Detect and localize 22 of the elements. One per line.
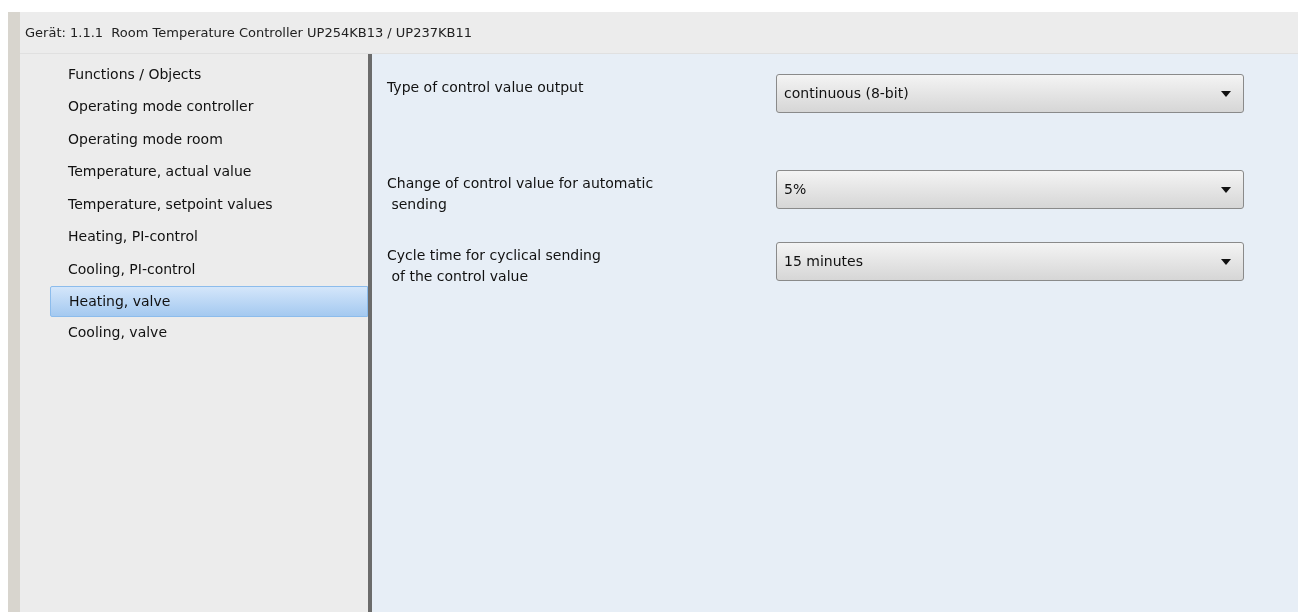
caret-icon (1221, 90, 1231, 97)
parameter-label: Type of control value output (387, 78, 585, 97)
dropdown-value: 15 minutes (784, 252, 863, 271)
sidebar-item[interactable]: Functions / Objects (50, 58, 368, 91)
dropdown[interactable]: 5% (776, 170, 1244, 209)
dropdown[interactable]: 15 minutes (776, 242, 1244, 281)
parameter-label: Cycle time for cyclical sending of the control value (387, 246, 602, 286)
sidebar-item[interactable]: Heating, PI-control (50, 220, 368, 253)
dropdown[interactable]: continuous (8-bit) (776, 74, 1244, 113)
sidebar-item[interactable]: Temperature, setpoint values (50, 188, 368, 221)
dropdown-value: 5% (784, 180, 807, 199)
dropdown-value: continuous (8-bit) (784, 84, 909, 103)
sidebar-item[interactable]: Cooling, valve (50, 316, 368, 349)
sidebar-item[interactable]: Temperature, actual value (50, 155, 368, 188)
sidebar-item[interactable]: Heating, valve (50, 285, 368, 317)
caret-icon (1221, 186, 1231, 193)
parameter-label: Change of control value for automatic sending (387, 174, 655, 214)
caret-icon (1221, 258, 1231, 265)
sidebar-item[interactable]: Cooling, PI-control (50, 253, 368, 286)
sidebar-item[interactable]: Operating mode controller (50, 90, 368, 123)
window-title: Gerät: 1.1.1 Room Temperature Controller UP254KB13 / UP237KB11 (25, 23, 472, 42)
sidebar-item[interactable]: Operating mode room (50, 123, 368, 156)
